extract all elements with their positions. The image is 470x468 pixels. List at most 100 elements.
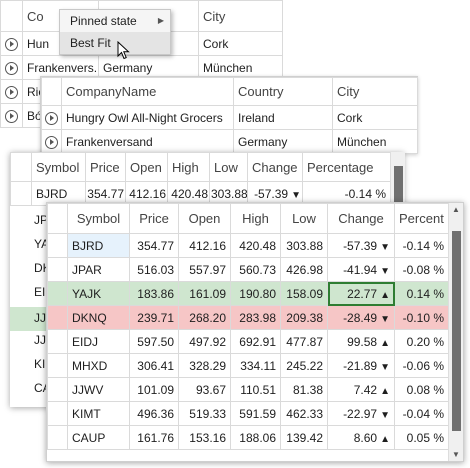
scrollbar-thumb[interactable] — [452, 231, 461, 431]
cell-high[interactable]: 283.98 — [230, 305, 281, 330]
table-row-up[interactable]: YAJK 183.86 161.09 190.80 158.09 22.77 ▲ … — [47, 281, 449, 306]
cell-open[interactable]: 268.20 — [178, 305, 231, 330]
cell-symbol[interactable]: EIDJ — [67, 329, 130, 354]
menu-item-pinned-state[interactable]: Pinned state ▶ — [60, 10, 170, 32]
cell-high[interactable]: 420.48 — [230, 233, 281, 258]
cell-percent[interactable]: 0.08 % — [394, 377, 449, 402]
row-indicator[interactable] — [47, 233, 68, 258]
cell-city[interactable]: München — [332, 129, 418, 154]
table-row[interactable]: JPAR 516.03 557.97 560.73 426.98 -41.94 ▼… — [47, 257, 449, 282]
cell-percent[interactable]: 0.20 % — [394, 329, 449, 354]
cell-symbol[interactable]: BJRD — [67, 233, 130, 258]
row-indicator[interactable] — [0, 79, 23, 104]
column-header-symbol[interactable]: Symbol — [67, 203, 130, 234]
cell-price[interactable]: 516.03 — [129, 257, 179, 282]
cell-open[interactable]: 412.16 — [178, 233, 231, 258]
cell-price[interactable]: 239.71 — [129, 305, 179, 330]
row-indicator[interactable] — [0, 55, 23, 80]
cell-percent[interactable]: -0.08 % — [394, 257, 449, 282]
column-header-change[interactable]: Change — [327, 203, 395, 234]
row-indicator[interactable] — [47, 305, 68, 330]
cell-high[interactable]: 190.80 — [230, 281, 281, 306]
cell-low[interactable]: 477.87 — [280, 329, 328, 354]
cell-high[interactable]: 334.11 — [230, 353, 281, 378]
cell-percent[interactable]: -0.06 % — [394, 353, 449, 378]
cell-open[interactable]: 557.97 — [178, 257, 231, 282]
row-indicator[interactable] — [10, 181, 32, 206]
column-header-low[interactable]: Low — [209, 152, 248, 182]
cell-symbol[interactable]: YAJK — [67, 281, 130, 306]
cell-percent[interactable]: -0.14 % — [394, 233, 449, 258]
cell-country[interactable]: Germany — [233, 129, 333, 154]
table-row-down[interactable]: DKNQ 239.71 268.20 283.98 209.38 -28.49 ▼… — [47, 305, 449, 330]
cell-open[interactable]: 328.29 — [178, 353, 231, 378]
cell-companyname[interactable]: Frankenversand — [61, 129, 234, 154]
column-header-high[interactable]: High — [230, 203, 281, 234]
cell-symbol[interactable]: MHXD — [67, 353, 130, 378]
table-row[interactable]: BJRD 354.77 412.16 420.48 303.88 -57.39 ▼… — [47, 233, 449, 258]
cell-price[interactable]: 101.09 — [129, 377, 179, 402]
cell-low[interactable]: 303.88 — [280, 233, 328, 258]
column-header-percentage[interactable]: Percentage — [302, 152, 391, 182]
scroll-up-icon[interactable]: ▲ — [452, 205, 460, 214]
cell-city[interactable]: Cork — [198, 31, 283, 56]
row-indicator[interactable] — [41, 105, 62, 130]
cell-percent[interactable]: 0.05 % — [394, 425, 449, 450]
row-indicator[interactable] — [47, 353, 68, 378]
cell-open[interactable]: 519.33 — [178, 401, 231, 426]
vertical-scrollbar[interactable]: ▲ ▼ — [448, 203, 463, 461]
cell-change[interactable]: -28.49 ▼ — [327, 305, 395, 330]
table-row[interactable]: EIDJ 597.50 497.92 692.91 477.87 99.58 ▲ … — [47, 329, 449, 354]
column-header-country[interactable]: Country — [233, 77, 333, 106]
cell-country[interactable]: Ireland — [233, 105, 333, 130]
row-indicator[interactable] — [47, 401, 68, 426]
row-indicator[interactable] — [41, 129, 62, 154]
menu-item-best-fit[interactable]: Best Fit — [60, 32, 170, 54]
table-row[interactable]: KIMT 496.36 519.33 591.59 462.33 -22.97 ▼… — [47, 401, 449, 426]
column-header-price[interactable]: Price — [129, 203, 179, 234]
cell-open[interactable]: 161.09 — [178, 281, 231, 306]
column-header-open[interactable]: Open — [125, 152, 168, 182]
column-header-open[interactable]: Open — [178, 203, 231, 234]
cell-price[interactable]: 183.86 — [129, 281, 179, 306]
cell-symbol[interactable]: KIMT — [67, 401, 130, 426]
cell-symbol[interactable]: JPAR — [67, 257, 130, 282]
cell-price[interactable]: 597.50 — [129, 329, 179, 354]
cell-low[interactable]: 158.09 — [280, 281, 328, 306]
cell-change[interactable]: 99.58 ▲ — [327, 329, 395, 354]
row-indicator[interactable] — [0, 103, 23, 128]
table-row[interactable]: Hungry Owl All-Night Grocers Ireland Cor… — [41, 105, 418, 130]
row-indicator[interactable] — [0, 31, 23, 56]
cell-city[interactable]: Cork — [332, 105, 418, 130]
cell-change[interactable]: -21.89 ▼ — [327, 353, 395, 378]
cell-change[interactable]: 7.42 ▲ — [327, 377, 395, 402]
cell-open[interactable]: 153.16 — [178, 425, 231, 450]
cell-high[interactable]: 188.06 — [230, 425, 281, 450]
column-header-city[interactable]: City — [198, 0, 283, 32]
cell-high[interactable]: 591.59 — [230, 401, 281, 426]
cell-open[interactable]: 497.92 — [178, 329, 231, 354]
cell-percent[interactable]: -0.04 % — [394, 401, 449, 426]
cell-open[interactable]: 93.67 — [178, 377, 231, 402]
cell-high[interactable]: 110.51 — [230, 377, 281, 402]
table-row[interactable]: MHXD 306.41 328.29 334.11 245.22 -21.89 ▼… — [47, 353, 449, 378]
cell-low[interactable]: 245.22 — [280, 353, 328, 378]
cell-high[interactable]: 692.91 — [230, 329, 281, 354]
row-indicator[interactable] — [47, 329, 68, 354]
cell-high[interactable]: 560.73 — [230, 257, 281, 282]
cell-change-focused[interactable]: 22.77 ▲ — [327, 281, 395, 306]
cell-percent[interactable]: 0.14 % — [394, 281, 449, 306]
column-header-change[interactable]: Change — [247, 152, 303, 182]
scroll-down-icon[interactable]: ▼ — [452, 450, 460, 459]
cell-low[interactable]: 209.38 — [280, 305, 328, 330]
cell-low[interactable]: 81.38 — [280, 377, 328, 402]
row-indicator[interactable] — [47, 257, 68, 282]
table-row[interactable]: Frankenversand Germany München — [41, 129, 418, 154]
cell-companyname[interactable]: Hungry Owl All-Night Grocers — [61, 105, 234, 130]
cell-price[interactable]: 496.36 — [129, 401, 179, 426]
column-header-percent[interactable]: Percent — [394, 203, 449, 234]
cell-low[interactable]: 426.98 — [280, 257, 328, 282]
column-header-price[interactable]: Price — [85, 152, 126, 182]
cell-symbol[interactable]: JJWV — [67, 377, 130, 402]
table-row[interactable]: CAUP 161.76 153.16 188.06 139.42 8.60 ▲ 0… — [47, 425, 449, 450]
